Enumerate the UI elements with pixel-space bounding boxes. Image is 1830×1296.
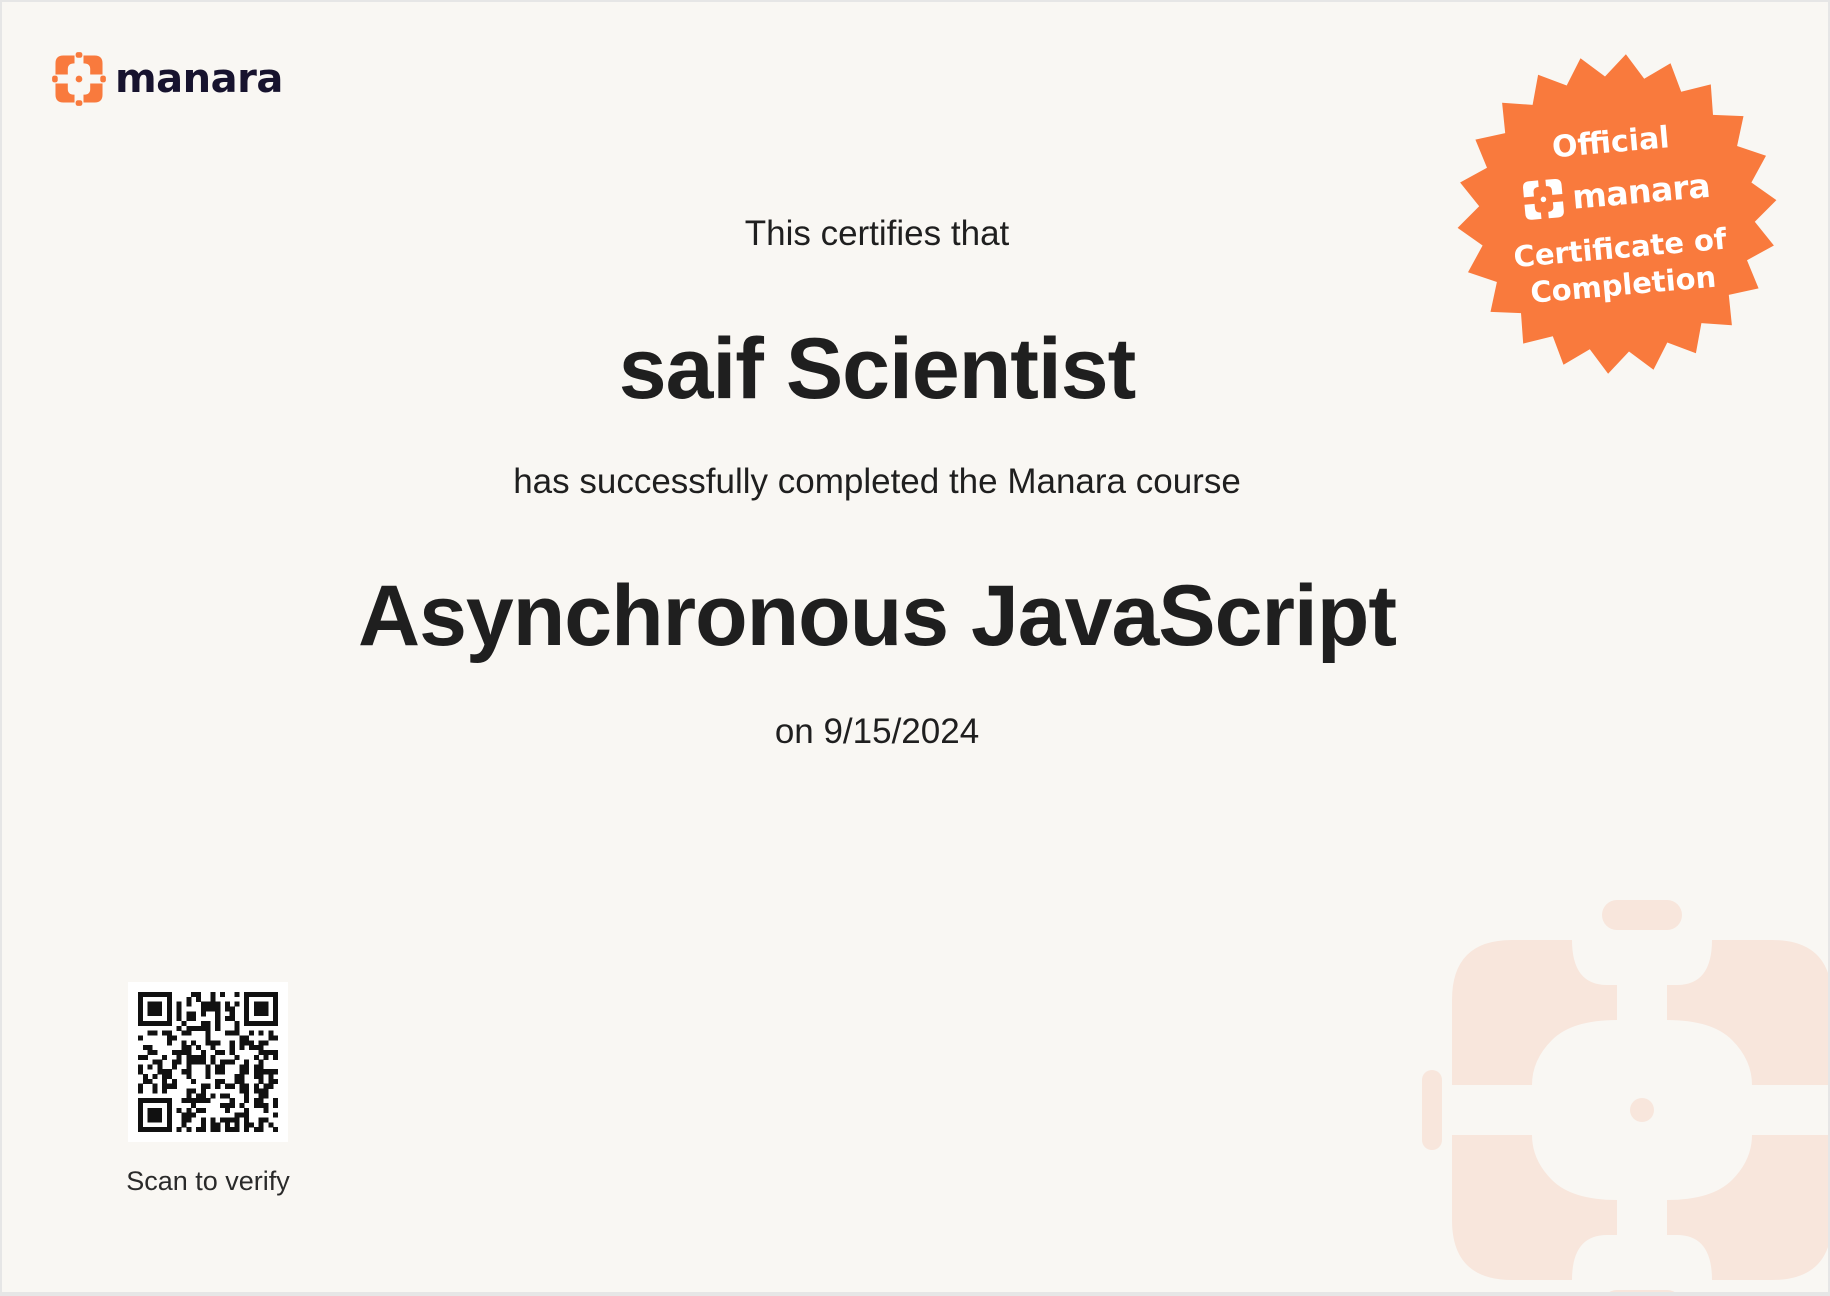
qr-code-icon <box>138 992 279 1133</box>
official-seal: Official manara Certificate of Completio… <box>1449 46 1785 382</box>
course-title: Asynchronous JavaScript <box>357 568 1397 664</box>
brand-name: manara <box>115 56 283 102</box>
scan-to-verify-label: Scan to verify <box>126 1166 290 1196</box>
brand-logo: manara <box>51 51 283 107</box>
qr-code[interactable] <box>128 982 288 1142</box>
seal-certificate-label: Certificate of Completion <box>1512 221 1731 312</box>
manara-flower-watermark-icon <box>1422 890 1828 1292</box>
manara-flower-icon <box>1523 179 1564 221</box>
completion-text: has successfully completed the Manara co… <box>513 462 1241 501</box>
certificate: manara This certifies that saif Scientis… <box>2 2 1828 1292</box>
completion-date: on 9/15/2024 <box>774 712 980 751</box>
seal-brand: manara <box>1519 162 1712 224</box>
manara-flower-icon <box>52 52 106 106</box>
seal-brand-name: manara <box>1570 165 1712 217</box>
seal-official-label: Official <box>1550 120 1671 166</box>
